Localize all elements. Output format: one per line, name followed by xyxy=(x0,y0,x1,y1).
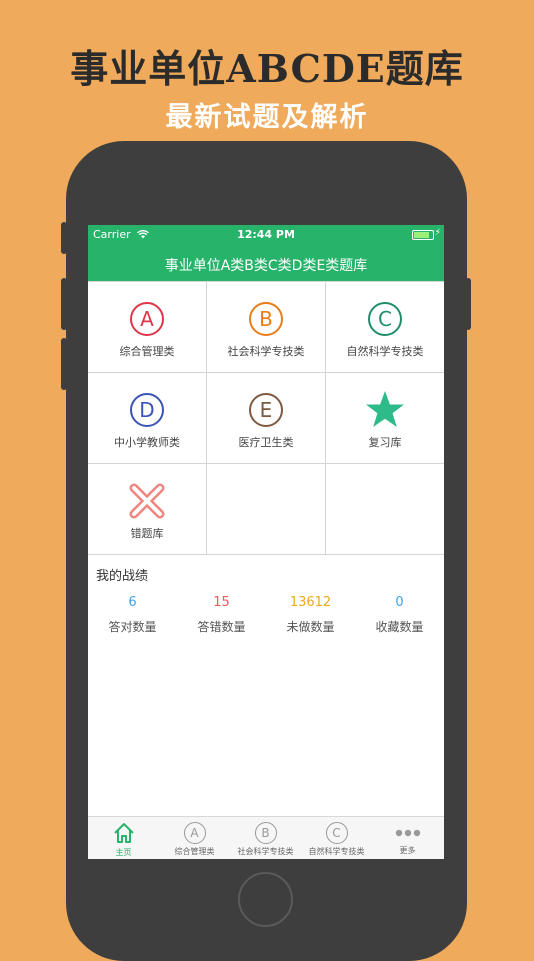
star-icon xyxy=(366,391,404,427)
category-c-button[interactable]: C 自然科学专技类 xyxy=(326,282,444,372)
tab-category-a[interactable]: A 综合管理类 xyxy=(159,817,230,859)
stat-label: 未做数量 xyxy=(286,620,335,634)
stats-title: 我的战绩 xyxy=(96,569,149,584)
home-icon xyxy=(113,823,134,843)
circled-c-icon: C xyxy=(325,822,348,844)
promo-subtitle: 最新试题及解析 xyxy=(165,102,369,133)
circled-b-icon: B xyxy=(254,822,277,844)
phone-power-button xyxy=(465,278,471,330)
nav-title: 事业单位A类B类C类D类E类题库 xyxy=(164,258,368,274)
stat-label: 答错数量 xyxy=(197,620,246,634)
phone-volume-up xyxy=(61,278,67,330)
circled-a-icon: A xyxy=(130,302,164,336)
circled-d-icon: D xyxy=(130,393,164,427)
cross-icon xyxy=(129,483,165,519)
phone-mute-switch xyxy=(61,222,67,254)
tab-label: 自然科学专技类 xyxy=(308,847,365,856)
stat-label: 答对数量 xyxy=(108,620,157,634)
circled-e-icon: E xyxy=(249,393,283,427)
status-time: 12:44 PM xyxy=(237,228,295,241)
category-label: 自然科学专技类 xyxy=(346,345,424,358)
category-label: 综合管理类 xyxy=(119,345,175,358)
wrong-library-button[interactable]: 错题库 xyxy=(88,464,206,554)
stat-value: 13612 xyxy=(289,595,332,610)
category-e-button[interactable]: E 医疗卫生类 xyxy=(207,373,325,463)
category-label: 中小学教师类 xyxy=(114,436,180,449)
category-d-button[interactable]: D 中小学教师类 xyxy=(88,373,206,463)
tab-category-c[interactable]: C 自然科学专技类 xyxy=(301,817,372,859)
tab-label: 主页 xyxy=(115,848,132,857)
stat-value: 0 xyxy=(395,595,404,610)
app-screen: Carrier 12:44 PM ⚡ 事业单位A类B类C类D类E类题库 A 综合… xyxy=(88,225,444,859)
category-grid: A 综合管理类 B 社会科学专技类 C 自然科学专技类 D 中小学教师类 E 医… xyxy=(88,281,444,555)
tab-home[interactable]: 主页 xyxy=(88,817,159,859)
circled-a-icon: A xyxy=(183,822,206,844)
tab-label: 综合管理类 xyxy=(174,847,215,856)
circled-c-icon: C xyxy=(368,302,402,336)
more-icon xyxy=(395,829,420,837)
review-library-button[interactable]: 复习库 xyxy=(326,373,444,463)
stat-wrong: 15 答错数量 xyxy=(177,595,266,635)
promo-title: 事业单位ABCDE题库 xyxy=(70,46,464,91)
stat-undone: 13612 未做数量 xyxy=(266,595,355,635)
category-label: 复习库 xyxy=(368,436,402,449)
empty-cell xyxy=(326,464,444,554)
category-label: 医疗卫生类 xyxy=(238,436,294,449)
tab-category-b[interactable]: B 社会科学专技类 xyxy=(230,817,301,859)
stat-value: 6 xyxy=(128,595,137,610)
circled-b-icon: B xyxy=(249,302,283,336)
tab-more[interactable]: 更多 xyxy=(372,817,443,859)
battery-icon xyxy=(412,230,434,240)
phone-volume-down xyxy=(61,338,67,390)
category-b-button[interactable]: B 社会科学专技类 xyxy=(207,282,325,372)
stats-section: 我的战绩 6 答对数量 15 答错数量 13612 未做数量 0 收藏数量 xyxy=(88,555,444,859)
tab-bar: 主页 A 综合管理类 B 社会科学专技类 C 自然科学专技类 更多 xyxy=(88,816,444,859)
tab-label: 更多 xyxy=(399,846,416,855)
stat-favorites: 0 收藏数量 xyxy=(355,595,444,635)
stat-value: 15 xyxy=(213,595,230,610)
tab-label: 社会科学专技类 xyxy=(237,847,294,856)
navigation-bar: Carrier 12:44 PM ⚡ 事业单位A类B类C类D类E类题库 xyxy=(88,225,444,281)
category-label: 错题库 xyxy=(130,527,164,540)
category-label: 社会科学专技类 xyxy=(227,345,305,358)
charging-icon: ⚡ xyxy=(434,228,441,238)
phone-home-button[interactable] xyxy=(238,872,293,927)
empty-cell xyxy=(207,464,325,554)
stat-label: 收藏数量 xyxy=(375,620,424,634)
category-a-button[interactable]: A 综合管理类 xyxy=(88,282,206,372)
stat-correct: 6 答对数量 xyxy=(88,595,177,635)
